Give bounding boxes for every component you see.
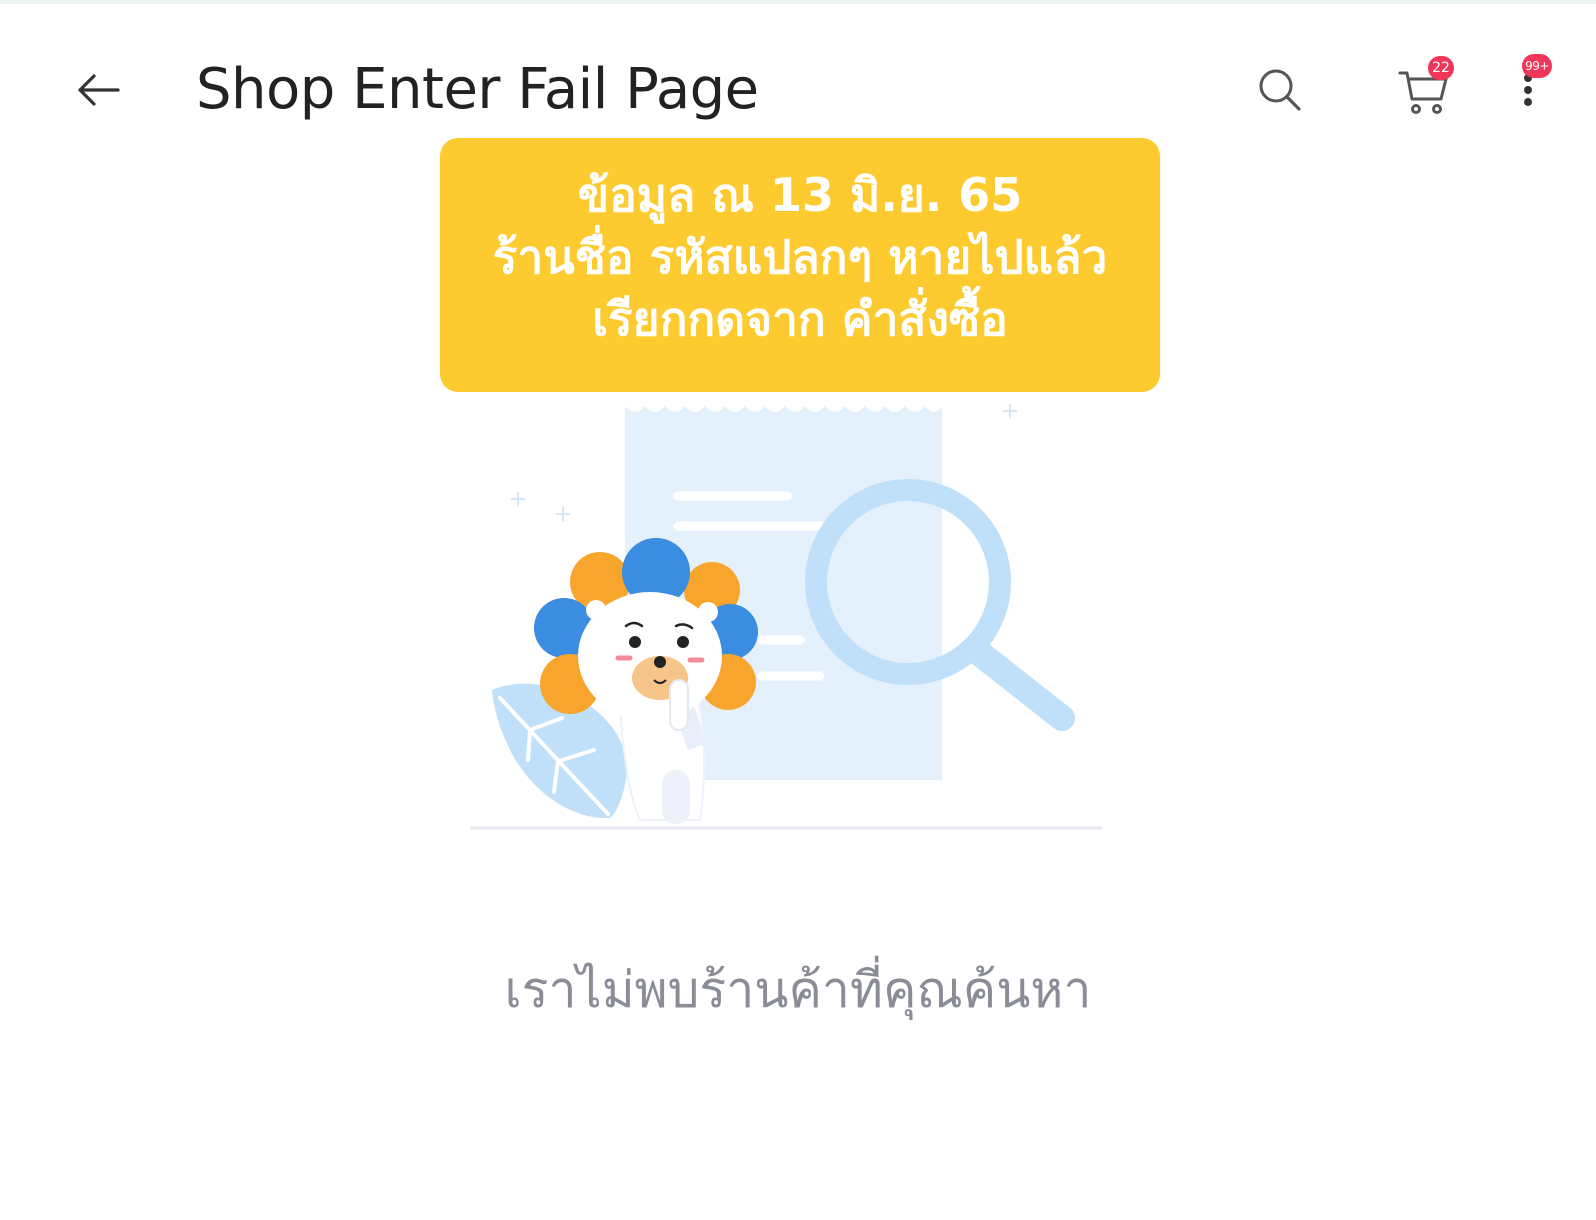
- back-button[interactable]: [66, 58, 130, 122]
- search-icon: [1259, 69, 1301, 111]
- search-button[interactable]: [1244, 54, 1316, 126]
- more-options-button[interactable]: 99+: [1500, 54, 1560, 126]
- not-found-mascot-illustration: [470, 400, 1102, 830]
- notice-text: ข้อมูล ณ 13 มิ.ย. 65 ร้านชื่อ รหัสแปลกๆ …: [493, 164, 1108, 350]
- cart-count-badge: 22: [1428, 56, 1454, 80]
- notice-line-shop: ร้านชื่อ รหัสแปลกๆ หายไปแล้ว: [492, 230, 1108, 284]
- shop-enter-fail-page: Shop Enter Fail Page 22 99+ ข้อมูล ณ 13 …: [0, 0, 1596, 1220]
- page-title: Shop Enter Fail Page: [196, 57, 759, 122]
- cart-button[interactable]: 22: [1388, 54, 1460, 126]
- arrow-left-icon: [78, 74, 120, 106]
- notice-banner: ข้อมูล ณ 13 มิ.ย. 65 ร้านชื่อ รหัสแปลกๆ …: [440, 138, 1160, 392]
- notice-line-date: ข้อมูล ณ 13 มิ.ย. 65: [577, 168, 1023, 222]
- notice-line-source: เรียกกดจาก คำสั่งซื้อ: [592, 292, 1008, 346]
- empty-state-message: เราไม่พบร้านค้าที่คุณค้นหา: [504, 961, 1092, 1019]
- notification-badge: 99+: [1522, 54, 1552, 78]
